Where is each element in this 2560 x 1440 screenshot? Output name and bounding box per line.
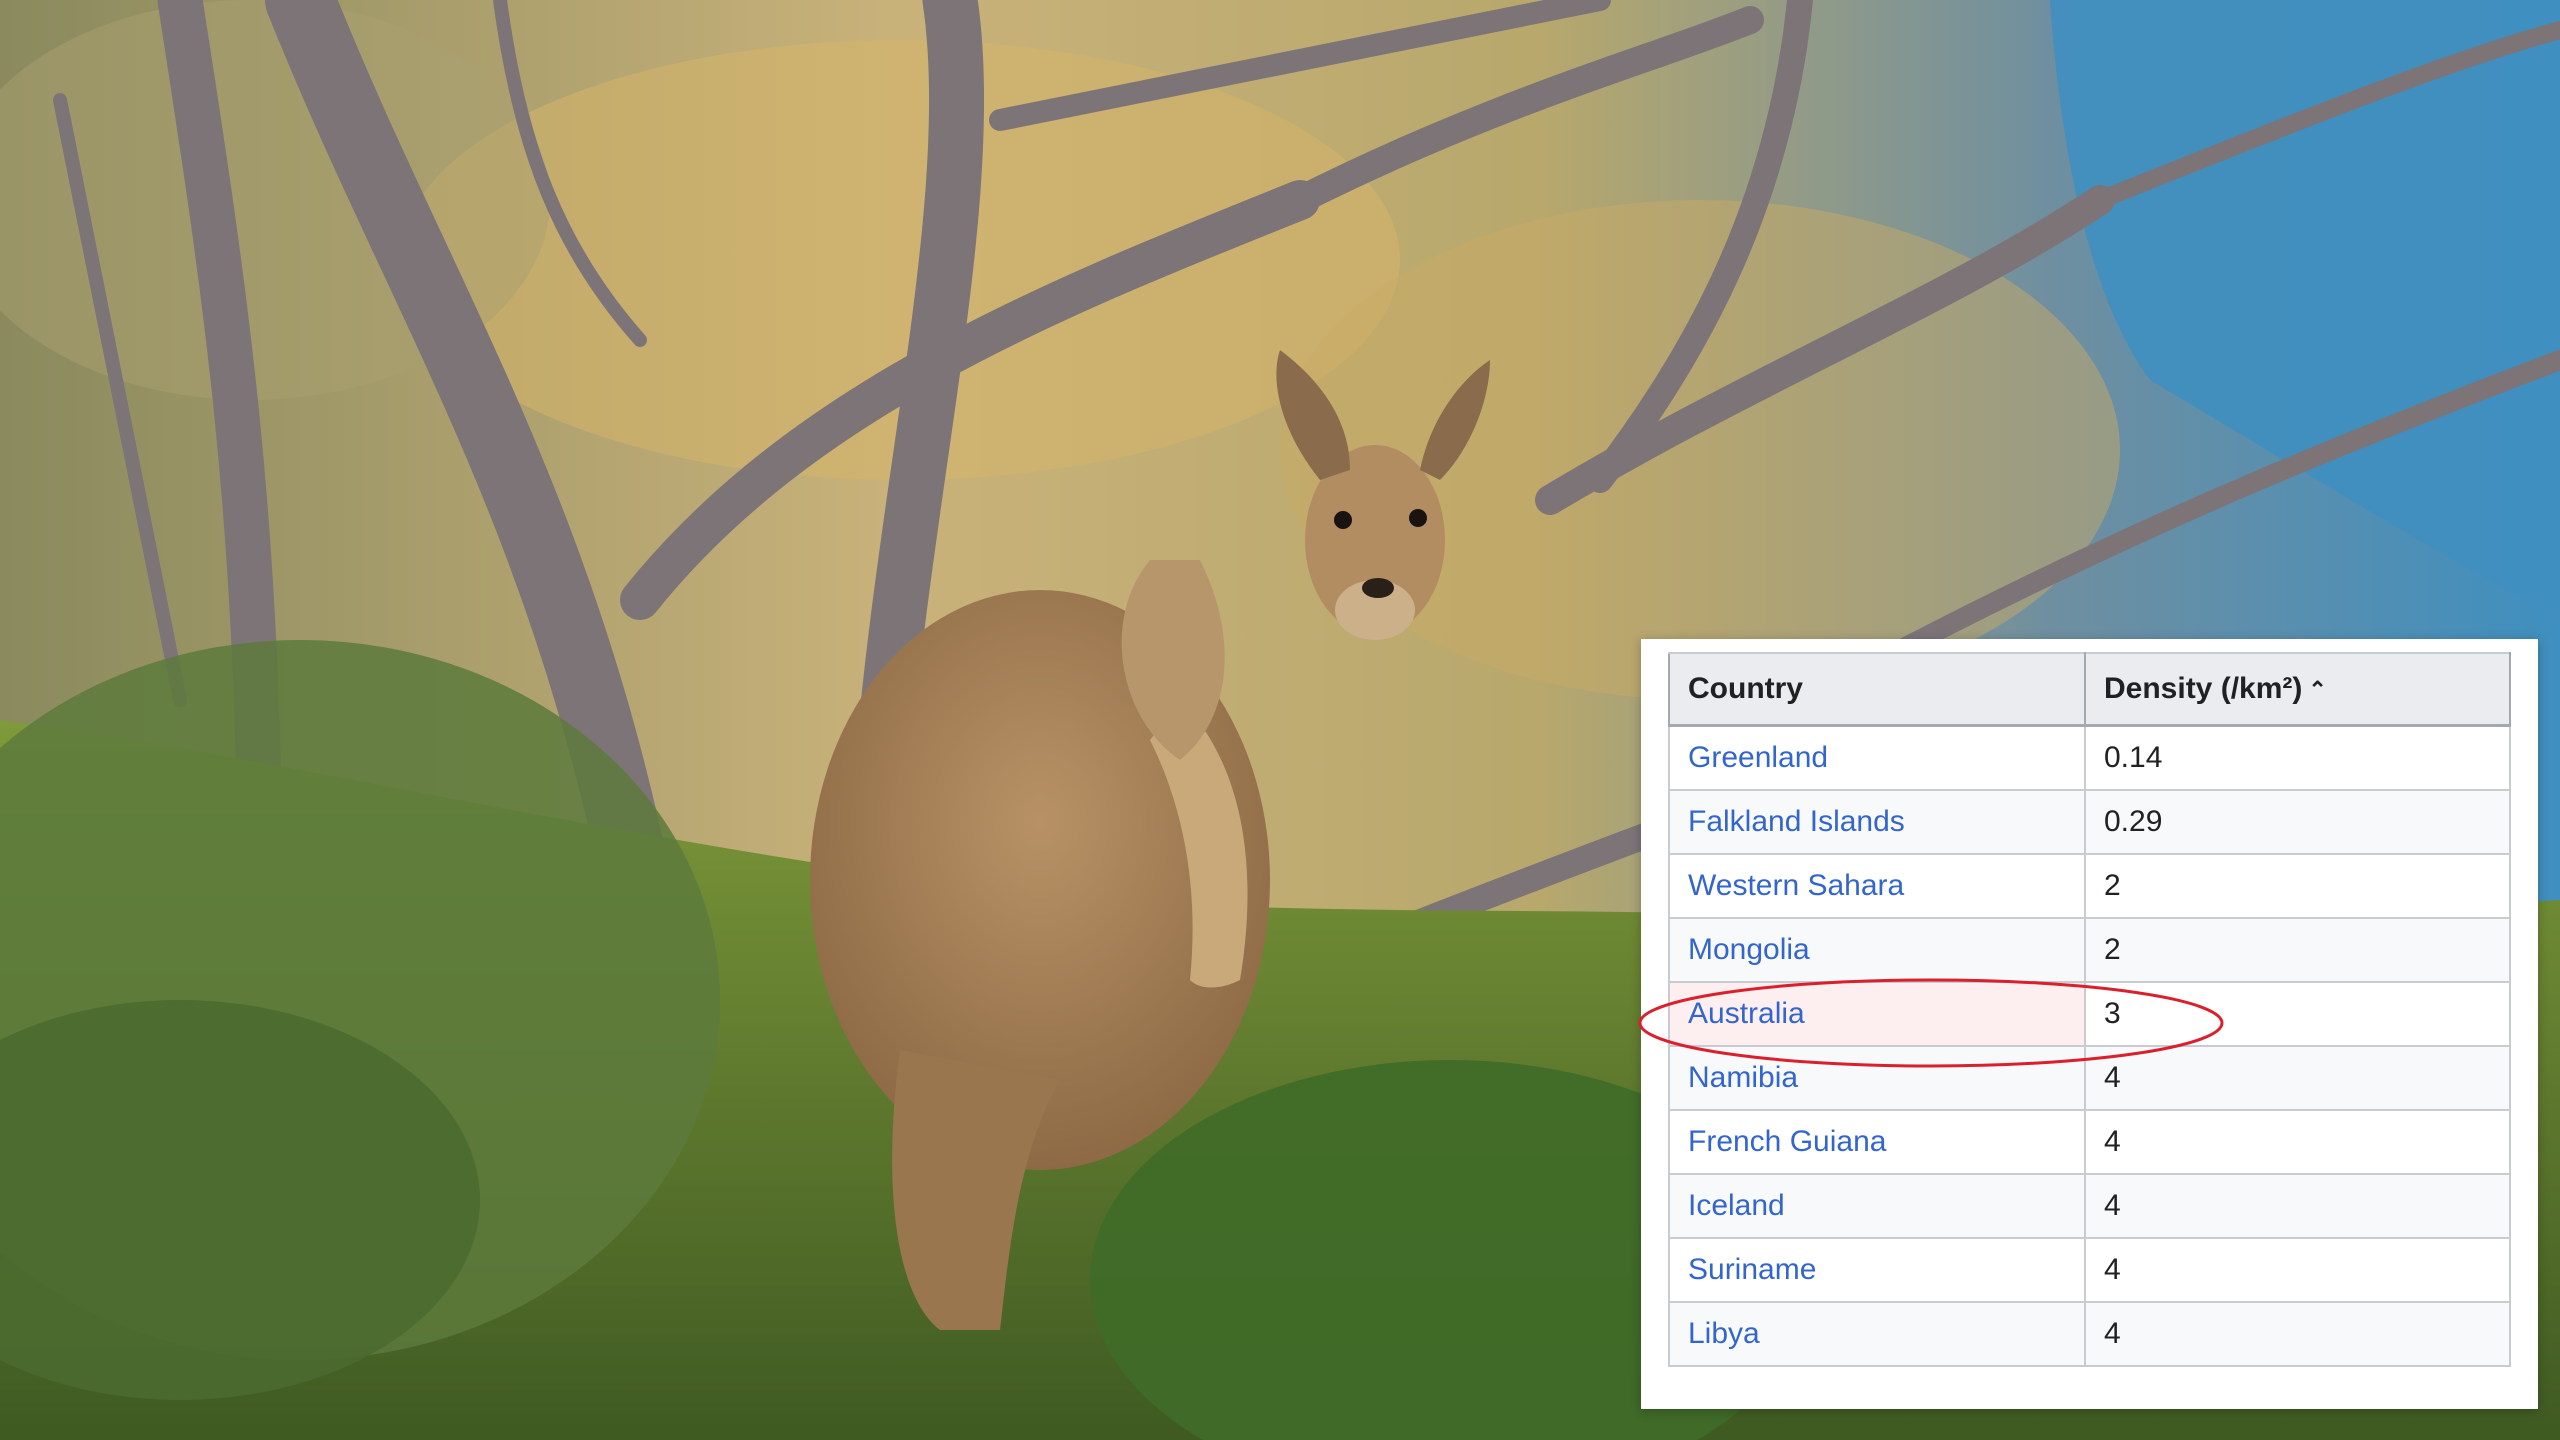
density-header-label: Density (/km²): [2104, 672, 2303, 705]
country-link[interactable]: Suriname: [1668, 1237, 2086, 1303]
density-value: 2: [2084, 853, 2511, 919]
country-header-label: Country: [1688, 672, 1803, 705]
country-link[interactable]: Australia: [1668, 981, 2086, 1047]
table-row: Iceland 4: [1668, 1173, 2511, 1239]
density-value: 3: [2084, 981, 2511, 1047]
table-row-highlighted: Australia 3: [1668, 981, 2511, 1047]
country-link[interactable]: French Guiana: [1668, 1109, 2086, 1175]
density-value: 0.29: [2084, 789, 2511, 855]
table-row: Suriname 4: [1668, 1237, 2511, 1303]
caret-up-icon[interactable]: ⌃: [2308, 677, 2326, 703]
density-value: 4: [2084, 1301, 2511, 1367]
country-link[interactable]: Greenland: [1668, 724, 2086, 791]
country-link[interactable]: Iceland: [1668, 1173, 2086, 1239]
country-link[interactable]: Western Sahara: [1668, 853, 2086, 919]
table-header-row: Country Density (/km²) ⌃: [1668, 652, 2511, 727]
country-column-header[interactable]: Country: [1668, 652, 2086, 727]
country-link[interactable]: Falkland Islands: [1668, 789, 2086, 855]
density-value: 2: [2084, 917, 2511, 983]
density-value: 4: [2084, 1237, 2511, 1303]
country-link[interactable]: Mongolia: [1668, 917, 2086, 983]
table-row: Greenland 0.14: [1668, 724, 2511, 791]
density-value: 4: [2084, 1045, 2511, 1111]
density-table-card: Country Density (/km²) ⌃ Greenland 0.14 F…: [1641, 639, 2538, 1409]
density-value: 4: [2084, 1109, 2511, 1175]
table-row: Namibia 4: [1668, 1045, 2511, 1111]
country-link[interactable]: Namibia: [1668, 1045, 2086, 1111]
table-row: Western Sahara 2: [1668, 853, 2511, 919]
country-link[interactable]: Libya: [1668, 1301, 2086, 1367]
density-table: Country Density (/km²) ⌃ Greenland 0.14 F…: [1668, 652, 2511, 1367]
density-value: 0.14: [2084, 724, 2511, 791]
table-row: Falkland Islands 0.29: [1668, 789, 2511, 855]
table-row: French Guiana 4: [1668, 1109, 2511, 1175]
density-value: 4: [2084, 1173, 2511, 1239]
table-row: Libya 4: [1668, 1301, 2511, 1367]
table-row: Mongolia 2: [1668, 917, 2511, 983]
density-column-header[interactable]: Density (/km²) ⌃: [2084, 652, 2511, 727]
